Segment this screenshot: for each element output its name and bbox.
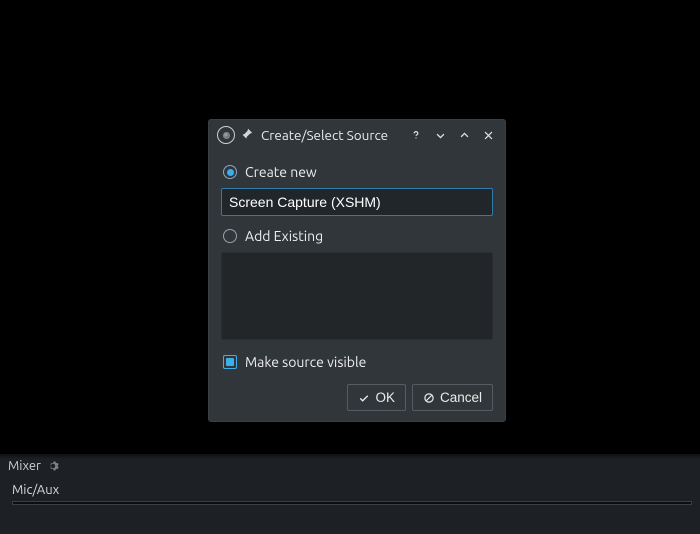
- create-select-source-dialog: Create/Select Source Create new Add Exis…: [208, 119, 506, 422]
- chevron-down-icon[interactable]: [431, 126, 449, 144]
- existing-sources-list[interactable]: [221, 252, 493, 340]
- close-icon[interactable]: [479, 126, 497, 144]
- cancel-icon: [423, 392, 435, 404]
- pin-icon[interactable]: [241, 128, 253, 143]
- dialog-titlebar: Create/Select Source: [209, 120, 505, 150]
- chevron-up-icon[interactable]: [455, 126, 473, 144]
- ok-label: OK: [375, 390, 395, 405]
- mixer-channel-label: Mic/Aux: [12, 483, 692, 497]
- cancel-label: Cancel: [440, 390, 482, 405]
- dialog-title: Create/Select Source: [259, 127, 401, 143]
- cancel-button[interactable]: Cancel: [412, 384, 493, 411]
- checkbox-checked-icon: [223, 355, 237, 369]
- gear-icon[interactable]: [47, 460, 59, 472]
- radio-selected-icon: [223, 165, 237, 179]
- make-visible-label: Make source visible: [245, 354, 366, 370]
- source-name-input[interactable]: [221, 188, 493, 216]
- dialog-button-row: OK Cancel: [221, 384, 493, 411]
- create-new-radio[interactable]: Create new: [221, 160, 493, 184]
- make-visible-checkbox[interactable]: Make source visible: [221, 350, 493, 374]
- mixer-content: Mic/Aux: [0, 477, 700, 505]
- check-icon: [358, 392, 370, 404]
- mixer-panel: Mixer Mic/Aux: [0, 454, 700, 534]
- add-existing-label: Add Existing: [245, 228, 323, 244]
- obs-app-icon: [217, 126, 235, 144]
- ok-button[interactable]: OK: [347, 384, 406, 411]
- help-icon[interactable]: [407, 126, 425, 144]
- add-existing-radio[interactable]: Add Existing: [221, 224, 493, 248]
- mixer-panel-title: Mixer: [8, 459, 41, 473]
- vu-meter[interactable]: [12, 501, 692, 505]
- radio-unselected-icon: [223, 229, 237, 243]
- source-name-field-wrap: [221, 188, 493, 216]
- create-new-label: Create new: [245, 164, 317, 180]
- dialog-body: Create new Add Existing Make source visi…: [209, 150, 505, 421]
